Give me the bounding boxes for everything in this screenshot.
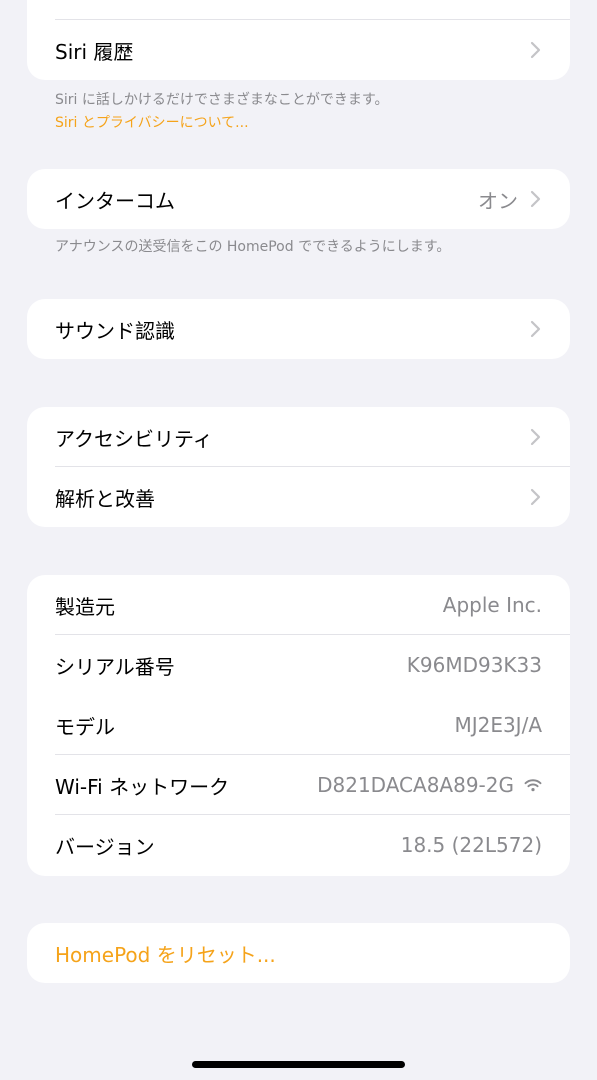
accessibility-group: アクセシビリティ 解析と改善 xyxy=(27,407,570,527)
home-indicator[interactable] xyxy=(192,1061,405,1068)
wifi-value: D821DACA8A89-2G xyxy=(317,773,514,797)
serial-value: K96MD93K33 xyxy=(406,653,542,677)
wifi-icon xyxy=(524,779,542,792)
intercom-footer: アナウンスの送受信をこの HomePod でできるようにします。 xyxy=(55,236,565,259)
analytics-row[interactable]: 解析と改善 xyxy=(27,467,570,527)
serial-accessory: K96MD93K33 xyxy=(407,653,542,677)
version-row: バージョン 18.5 (22L572) xyxy=(27,815,570,875)
intercom-footer-text: アナウンスの送受信をこの HomePod でできるようにします。 xyxy=(55,239,451,255)
version-label: バージョン xyxy=(55,834,155,859)
siri-history-label: Siri 履歴 xyxy=(55,39,134,64)
top-clipped-row[interactable] xyxy=(27,0,570,20)
model-row: モデル MJ2E3J/A xyxy=(27,695,570,755)
accessibility-row[interactable]: アクセシビリティ xyxy=(27,407,570,467)
manufacturer-accessory: Apple Inc. xyxy=(443,593,542,617)
chevron-right-icon xyxy=(530,320,541,338)
reset-homepod-label: HomePod をリセット... xyxy=(55,942,276,967)
chevron-right-icon xyxy=(530,41,541,59)
serial-label: シリアル番号 xyxy=(55,654,175,679)
chevron-right-icon xyxy=(530,488,541,506)
sound-recognition-group: サウンド認識 xyxy=(27,299,570,359)
intercom-label: インターコム xyxy=(55,188,175,213)
siri-history-accessory xyxy=(528,41,542,59)
model-accessory: MJ2E3J/A xyxy=(454,713,542,737)
version-value: 18.5 (22L572) xyxy=(400,833,542,857)
siri-footer: Siri に話しかけるだけでさまざまなことができます。 Siri とプライバシー… xyxy=(55,89,565,135)
accessibility-accessory xyxy=(528,428,542,446)
siri-footer-description: Siri に話しかけるだけでさまざまなことができます。 xyxy=(55,92,389,108)
sound-recognition-label: サウンド認識 xyxy=(55,318,175,343)
serial-row: シリアル番号 K96MD93K33 xyxy=(27,635,570,695)
intercom-row[interactable]: インターコム オン xyxy=(27,169,570,229)
wifi-row: Wi-Fi ネットワーク D821DACA8A89-2G xyxy=(27,755,570,815)
siri-privacy-link[interactable]: Siri とプライバシーについて... xyxy=(55,112,565,135)
siri-history-row[interactable]: Siri 履歴 xyxy=(27,20,570,80)
manufacturer-label: 製造元 xyxy=(55,594,115,619)
accessibility-label: アクセシビリティ xyxy=(55,426,213,451)
siri-group: Siri 履歴 xyxy=(27,0,570,80)
reset-group: HomePod をリセット... xyxy=(27,923,570,983)
manufacturer-value: Apple Inc. xyxy=(442,593,542,617)
wifi-label: Wi-Fi ネットワーク xyxy=(55,774,230,799)
about-group: 製造元 Apple Inc. シリアル番号 K96MD93K33 モデル MJ2… xyxy=(27,575,570,876)
analytics-accessory xyxy=(528,488,542,506)
chevron-right-icon xyxy=(530,190,541,208)
model-value: MJ2E3J/A xyxy=(454,713,542,737)
wifi-accessory: D821DACA8A89-2G xyxy=(317,773,542,797)
intercom-accessory: オン xyxy=(478,185,542,214)
manufacturer-row: 製造元 Apple Inc. xyxy=(27,575,570,635)
version-accessory: 18.5 (22L572) xyxy=(401,833,542,857)
reset-homepod-button[interactable]: HomePod をリセット... xyxy=(27,923,570,983)
model-label: モデル xyxy=(55,714,115,739)
intercom-group: インターコム オン xyxy=(27,169,570,229)
chevron-right-icon xyxy=(530,428,541,446)
analytics-label: 解析と改善 xyxy=(55,486,155,511)
intercom-value: オン xyxy=(478,188,518,213)
sound-recognition-row[interactable]: サウンド認識 xyxy=(27,299,570,359)
sound-recognition-accessory xyxy=(528,320,542,338)
